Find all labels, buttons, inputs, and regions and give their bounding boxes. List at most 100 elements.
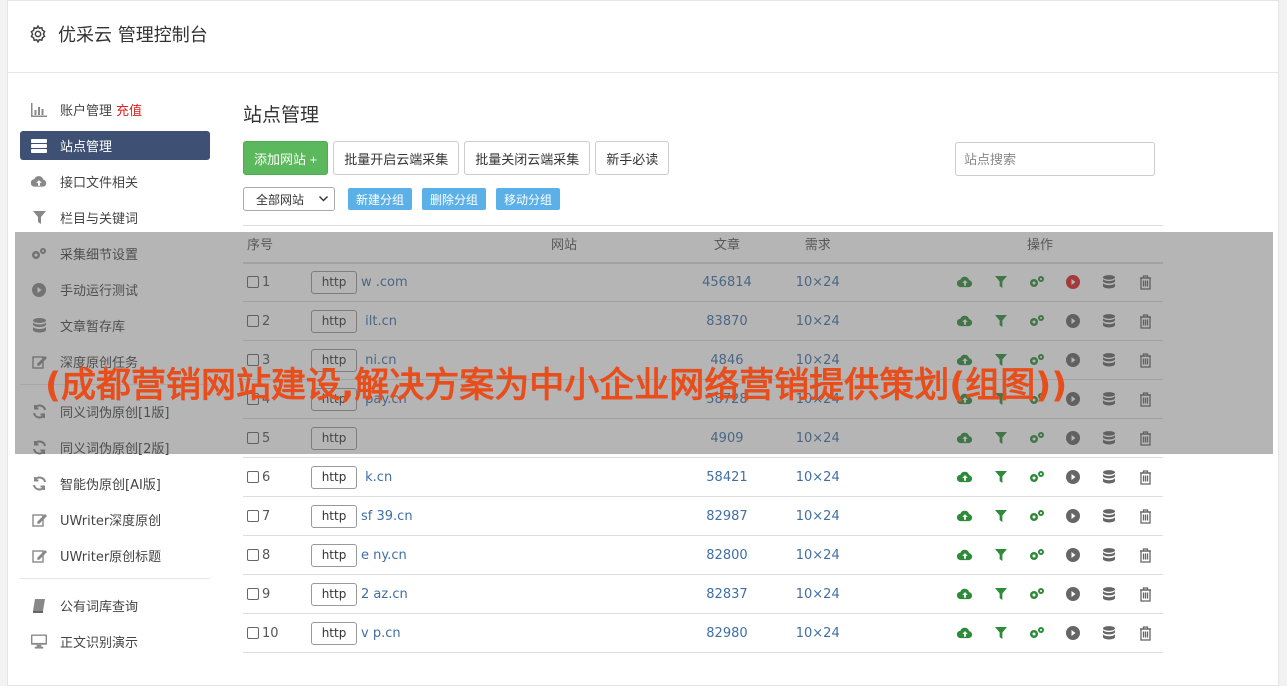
row-articles[interactable]: 82980 bbox=[685, 613, 769, 653]
sidebar-item-label: 公有词库查询 bbox=[60, 600, 139, 615]
cloud-upload-icon[interactable] bbox=[947, 627, 983, 639]
batch-close-cloud-button[interactable]: 批量关闭云端采集 bbox=[464, 141, 591, 175]
row-demand[interactable]: 10×24 bbox=[768, 574, 867, 614]
row-demand[interactable]: 10×24 bbox=[768, 535, 867, 575]
row-ops bbox=[867, 574, 1163, 614]
sidebar-item-public-dict[interactable]: 公有词库查询 bbox=[20, 591, 210, 620]
row-articles[interactable]: 82837 bbox=[685, 574, 769, 614]
cloud-upload-icon[interactable] bbox=[947, 549, 983, 561]
row-checkbox[interactable] bbox=[247, 588, 259, 600]
http-button[interactable]: http bbox=[311, 621, 358, 645]
database-icon[interactable] bbox=[1091, 587, 1127, 601]
sidebar-item-interface[interactable]: 接口文件相关 bbox=[20, 167, 210, 196]
cloud-upload-icon[interactable] bbox=[947, 471, 983, 483]
row-checkbox[interactable] bbox=[247, 471, 259, 483]
bar-chart-icon bbox=[31, 102, 47, 118]
row-demand[interactable]: 10×24 bbox=[768, 457, 867, 497]
database-icon[interactable] bbox=[1091, 470, 1127, 484]
play-circle-icon[interactable] bbox=[1055, 548, 1091, 562]
http-button[interactable]: http bbox=[311, 543, 358, 567]
sidebar-item-label: 智能伪原创[AI版] bbox=[60, 478, 161, 493]
gears-icon[interactable] bbox=[1019, 626, 1055, 640]
batch-open-cloud-button[interactable]: 批量开启云端采集 bbox=[333, 141, 460, 175]
trash-icon[interactable] bbox=[1127, 625, 1163, 641]
play-circle-icon[interactable] bbox=[1055, 509, 1091, 523]
trash-icon[interactable] bbox=[1127, 508, 1163, 524]
play-circle-icon[interactable] bbox=[1055, 587, 1091, 601]
sidebar-item-uwriter-title[interactable]: UWriter原创标题 bbox=[20, 541, 210, 570]
site-link[interactable]: v p.cn bbox=[361, 626, 401, 641]
filter-icon[interactable] bbox=[983, 510, 1019, 522]
gears-icon[interactable] bbox=[1019, 548, 1055, 562]
filter-icon[interactable] bbox=[983, 588, 1019, 600]
trash-icon[interactable] bbox=[1127, 469, 1163, 485]
filter-icon[interactable] bbox=[983, 549, 1019, 561]
sidebar-item-label: 栏目与关键词 bbox=[60, 212, 139, 227]
move-group-button[interactable]: 移动分组 bbox=[496, 188, 561, 210]
sidebar-item-label: 正文识别演示 bbox=[60, 636, 139, 651]
add-site-button[interactable]: 添加网站 + bbox=[243, 141, 329, 175]
trash-icon[interactable] bbox=[1127, 586, 1163, 602]
cloud-upload-icon[interactable] bbox=[947, 510, 983, 522]
cloud-upload-icon bbox=[31, 174, 47, 190]
trash-icon[interactable] bbox=[1127, 547, 1163, 563]
site-link[interactable]: sf 39.cn bbox=[361, 509, 413, 524]
filter-icon[interactable] bbox=[983, 471, 1019, 483]
delete-group-button[interactable]: 删除分组 bbox=[422, 188, 487, 210]
site-link[interactable]: 2 az.cn bbox=[361, 587, 408, 602]
row-checkbox[interactable] bbox=[247, 549, 259, 561]
row-ops bbox=[867, 535, 1163, 575]
row-articles[interactable]: 58421 bbox=[685, 457, 769, 497]
filter-icon[interactable] bbox=[983, 627, 1019, 639]
sidebar-item-label: UWriter深度原创 bbox=[60, 514, 162, 529]
http-button[interactable]: http bbox=[311, 465, 358, 489]
recharge-link[interactable]: 充值 bbox=[116, 100, 142, 119]
new-group-button[interactable]: 新建分组 bbox=[348, 188, 413, 210]
play-circle-icon[interactable] bbox=[1055, 470, 1091, 484]
row-no-cell: 8 bbox=[243, 535, 312, 575]
beginner-guide-button[interactable]: 新手必读 bbox=[595, 141, 670, 175]
row-ops bbox=[867, 457, 1163, 497]
row-checkbox[interactable] bbox=[247, 627, 259, 639]
row-site-cell: http sf 39.cn bbox=[311, 496, 686, 536]
cloud-upload-icon[interactable] bbox=[947, 588, 983, 600]
site-link[interactable]: k.cn bbox=[361, 470, 392, 485]
app-title: 优采云 管理控制台 bbox=[58, 25, 208, 46]
filter-icon bbox=[31, 210, 47, 226]
sidebar-item-label: 站点管理 bbox=[60, 140, 113, 155]
gears-icon[interactable] bbox=[1019, 470, 1055, 484]
row-demand[interactable]: 10×24 bbox=[768, 613, 867, 653]
row-site-cell: http v p.cn bbox=[311, 613, 686, 653]
sidebar-item-sites[interactable]: 站点管理 bbox=[20, 131, 210, 160]
table-row: 7 http sf 39.cn 82987 10×24 bbox=[243, 496, 1163, 536]
article-headline: (成都营销网站建设,解决方案为中小企业网络营销提供策划(组图)) bbox=[45, 366, 1068, 406]
database-icon[interactable] bbox=[1091, 548, 1127, 562]
sidebar-divider bbox=[20, 578, 210, 579]
sidebar-item-account[interactable]: 账户管理 充值 bbox=[20, 95, 210, 124]
row-demand[interactable]: 10×24 bbox=[768, 496, 867, 536]
row-no-cell: 6 bbox=[243, 457, 312, 497]
play-circle-icon[interactable] bbox=[1055, 626, 1091, 640]
site-link[interactable]: e ny.cn bbox=[361, 548, 407, 563]
page-title: 站点管理 bbox=[243, 104, 320, 126]
sidebar-item-uwriter-deep[interactable]: UWriter深度原创 bbox=[20, 505, 210, 534]
row-articles[interactable]: 82800 bbox=[685, 535, 769, 575]
row-site-cell: http e ny.cn bbox=[311, 535, 686, 575]
site-filter-select[interactable]: 全部网站 bbox=[243, 187, 335, 211]
site-search-input[interactable] bbox=[955, 142, 1155, 176]
database-icon[interactable] bbox=[1091, 626, 1127, 640]
gears-icon[interactable] bbox=[1019, 587, 1055, 601]
row-no-cell: 9 bbox=[243, 574, 312, 614]
row-articles[interactable]: 82987 bbox=[685, 496, 769, 536]
row-checkbox[interactable] bbox=[247, 510, 259, 522]
group-bar: 全部网站 新建分组 删除分组 移动分组 bbox=[243, 187, 1163, 211]
database-icon[interactable] bbox=[1091, 509, 1127, 523]
sidebar-item-ai-rewrite[interactable]: 智能伪原创[AI版] bbox=[20, 469, 210, 498]
sidebar-item-label: 账户管理 bbox=[60, 104, 113, 119]
table-row: 6 http k.cn 58421 10×24 bbox=[243, 457, 1163, 497]
sidebar-item-keywords[interactable]: 栏目与关键词 bbox=[20, 203, 210, 232]
http-button[interactable]: http bbox=[311, 582, 358, 606]
http-button[interactable]: http bbox=[311, 504, 358, 528]
sidebar-item-text-recognition[interactable]: 正文识别演示 bbox=[20, 627, 210, 656]
gears-icon[interactable] bbox=[1019, 509, 1055, 523]
